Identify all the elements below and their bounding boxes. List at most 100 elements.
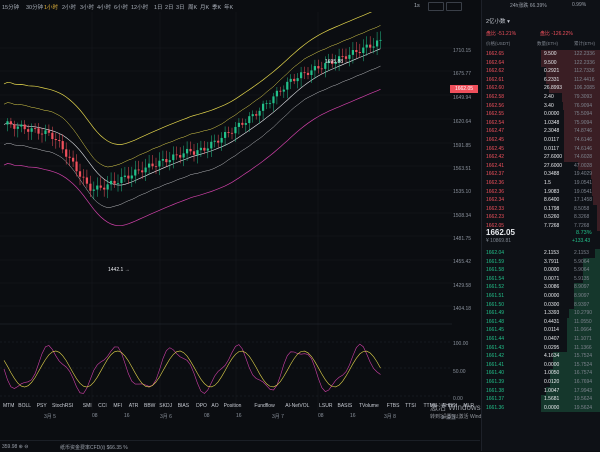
ask-row[interactable]: 1662.45 0.0117 74.6146 bbox=[482, 136, 600, 145]
ask-row[interactable]: 1662.37 0.3488 19.4029 bbox=[482, 170, 600, 179]
ask-row[interactable]: 1662.64 9.500 122.2336 bbox=[482, 58, 600, 68]
indicator-tab[interactable]: BIAS bbox=[178, 403, 189, 409]
timeframe-6[interactable]: 6小时 bbox=[114, 3, 128, 11]
timeframe-4[interactable]: 3小时 bbox=[80, 3, 94, 11]
bid-row[interactable]: 1661.39 0.0120 16.7694 bbox=[482, 378, 600, 387]
interval-1s[interactable]: 1s bbox=[414, 3, 420, 9]
timeframe-14[interactable]: 年K bbox=[224, 3, 233, 11]
indicator-tab[interactable]: PSY bbox=[37, 403, 47, 409]
indicator-tab[interactable]: AO bbox=[211, 403, 218, 409]
indicator-tab[interactable]: MFI bbox=[113, 403, 122, 409]
indicator-tab[interactable]: BOLL bbox=[18, 403, 31, 409]
candle-body bbox=[265, 103, 268, 105]
bid-row[interactable]: 1661.37 1.5681 19.5624 bbox=[482, 395, 600, 404]
ob-total: 11.0664 bbox=[574, 327, 592, 334]
zoom-value[interactable]: 359.98 ⊕ ⊖ bbox=[2, 444, 28, 450]
ob-qty: 6.2331 bbox=[544, 76, 560, 83]
ask-row[interactable]: 1662.62 0.2921 112.7336 bbox=[482, 67, 600, 76]
indicator-tab[interactable]: BBW bbox=[144, 403, 155, 409]
time-tick: 3月 6 bbox=[160, 414, 172, 420]
bid-row[interactable]: 1661.51 0.0000 8.9097 bbox=[482, 292, 600, 301]
timeframe-9[interactable]: 2日 bbox=[165, 3, 174, 11]
bid-row[interactable]: 1661.48 0.4431 11.0550 bbox=[482, 317, 600, 327]
ask-row[interactable]: 1662.58 2.40 79.3093 bbox=[482, 93, 600, 102]
indicator-tab[interactable]: DPO bbox=[196, 403, 207, 409]
ask-row[interactable]: 1662.65 9.500 122.2336 bbox=[482, 50, 600, 59]
bid-row[interactable]: 1661.45 0.0114 11.0664 bbox=[482, 326, 600, 335]
timeframe-5[interactable]: 4小时 bbox=[97, 3, 111, 11]
indicator-tab[interactable]: Fundflow bbox=[254, 403, 274, 409]
timeframe-3[interactable]: 2小时 bbox=[62, 3, 76, 11]
indicator-tab[interactable]: SMI bbox=[83, 403, 92, 409]
ask-row[interactable]: 1662.36 1.5 19.0541 bbox=[482, 179, 600, 188]
indicator-tab[interactable]: TVolume bbox=[359, 403, 379, 409]
ask-row[interactable]: 1662.41 27.6000 47.0028 bbox=[482, 161, 600, 171]
price-tick: 1710.15 bbox=[453, 48, 472, 54]
ask-row[interactable]: 1662.47 2.3048 74.8746 bbox=[482, 127, 600, 136]
low-annotation: 1442.1 → bbox=[108, 267, 130, 273]
ob-precision-select[interactable]: 2亿小数 ▾ bbox=[486, 17, 510, 25]
timeframe-0[interactable]: 15分钟 bbox=[2, 3, 19, 11]
ob-total: 74.6146 bbox=[574, 137, 593, 143]
bid-row[interactable]: 1662.04 2.1153 2.1153 bbox=[482, 249, 600, 258]
ask-row[interactable]: 1662.45 0.0117 74.6146 bbox=[482, 144, 600, 154]
indicator-tab[interactable]: ATR bbox=[129, 403, 139, 409]
indicator-tab[interactable]: BASIS bbox=[338, 403, 353, 409]
bid-row[interactable]: 1661.38 1.0047 17.9943 bbox=[482, 386, 600, 396]
bid-row[interactable]: 1661.59 3.7911 5.9064 bbox=[482, 257, 600, 267]
indicator-tab[interactable]: SKDJ bbox=[159, 403, 172, 409]
timeframe-11[interactable]: 周K bbox=[188, 3, 197, 11]
candle-body bbox=[127, 175, 130, 179]
candle-body bbox=[320, 68, 323, 70]
timeframe-2[interactable]: 1小时 bbox=[44, 3, 58, 11]
timeframe-7[interactable]: 12小时 bbox=[131, 3, 148, 11]
order-book-panel: 24h涨跌 66.39% 0.99% 2亿小数 ▾ 盘比 -51.21% 盘比 … bbox=[481, 0, 600, 451]
timeframe-10[interactable]: 3日 bbox=[176, 3, 185, 11]
ob-total: 8.5058 bbox=[574, 205, 590, 212]
bid-row[interactable]: 1661.42 4.1634 15.7524 bbox=[482, 352, 600, 361]
indicator-tab[interactable]: FTBS bbox=[387, 403, 400, 409]
ask-row[interactable]: 1662.60 26.8993 106.2085 bbox=[482, 84, 600, 93]
bid-row[interactable]: 1661.58 0.0000 5.9064 bbox=[482, 266, 600, 275]
bid-row[interactable]: 1661.50 0.0300 8.9397 bbox=[482, 300, 600, 310]
bid-row[interactable]: 1661.54 0.0071 5.9135 bbox=[482, 274, 600, 284]
ask-row[interactable]: 1662.54 1.0348 75.9094 bbox=[482, 118, 600, 128]
ask-row[interactable]: 1662.36 1.9083 19.0541 bbox=[482, 187, 600, 197]
ask-row[interactable]: 1662.55 0.0000 75.5094 bbox=[482, 110, 600, 119]
ob-qty: 7.7268 bbox=[544, 223, 560, 229]
candlestick-chart[interactable]: 1695.88 → 1442.1 → bbox=[0, 12, 452, 410]
bid-row[interactable]: 1661.36 0.0000 19.5624 bbox=[482, 403, 600, 413]
indicator-tab[interactable]: TTSI bbox=[405, 403, 416, 409]
candle-body bbox=[268, 103, 272, 105]
timeframe-12[interactable]: 月K bbox=[200, 3, 209, 11]
indicator-tab[interactable]: Position bbox=[224, 403, 242, 409]
bid-row[interactable]: 1661.43 0.0295 11.1366 bbox=[482, 343, 600, 353]
ob-total: 19.5624 bbox=[574, 404, 593, 411]
ask-row[interactable]: 1662.34 8.6400 17.1458 bbox=[482, 196, 600, 205]
bid-row[interactable]: 1661.49 1.3393 10.2790 bbox=[482, 309, 600, 318]
ob-total: 8.9397 bbox=[574, 301, 590, 308]
ask-row[interactable]: 1662.42 27.6000 74.6028 bbox=[482, 153, 600, 162]
layout-toggle-icon[interactable] bbox=[428, 2, 444, 11]
ob-total: 19.5624 bbox=[574, 396, 593, 403]
bid-row[interactable]: 1661.52 3.0086 8.9097 bbox=[482, 283, 600, 292]
indicator-tab[interactable]: StochRSI bbox=[52, 403, 73, 409]
timeframe-1[interactable]: 30分钟 bbox=[26, 3, 43, 11]
ask-row[interactable]: 1662.61 6.2331 112.4416 bbox=[482, 75, 600, 85]
indicator-tab[interactable]: LSUR bbox=[319, 403, 332, 409]
indicator-tab[interactable]: MTM bbox=[3, 403, 14, 409]
bid-row[interactable]: 1661.40 1.0050 16.7574 bbox=[482, 369, 600, 378]
timeframe-8[interactable]: 1日 bbox=[154, 3, 163, 11]
ob-qty: 2.40 bbox=[544, 94, 554, 100]
ask-row[interactable]: 1662.23 0.5260 8.3268 bbox=[482, 213, 600, 222]
osc-tick: 50.00 bbox=[453, 369, 466, 375]
timeframe-13[interactable]: 季K bbox=[212, 3, 221, 11]
indicator-tab[interactable]: AI-NetVOL bbox=[285, 403, 309, 409]
ask-row[interactable]: 1662.56 3.40 76.9094 bbox=[482, 101, 600, 111]
bid-row[interactable]: 1661.41 0.0000 15.7524 bbox=[482, 360, 600, 370]
indicator-tab[interactable]: CCI bbox=[98, 403, 107, 409]
price-tick: 1563.51 bbox=[453, 166, 472, 172]
ask-row[interactable]: 1662.33 0.1798 8.5058 bbox=[482, 204, 600, 214]
bid-row[interactable]: 1661.44 0.0407 11.1071 bbox=[482, 335, 600, 344]
fullscreen-icon[interactable] bbox=[446, 2, 462, 11]
